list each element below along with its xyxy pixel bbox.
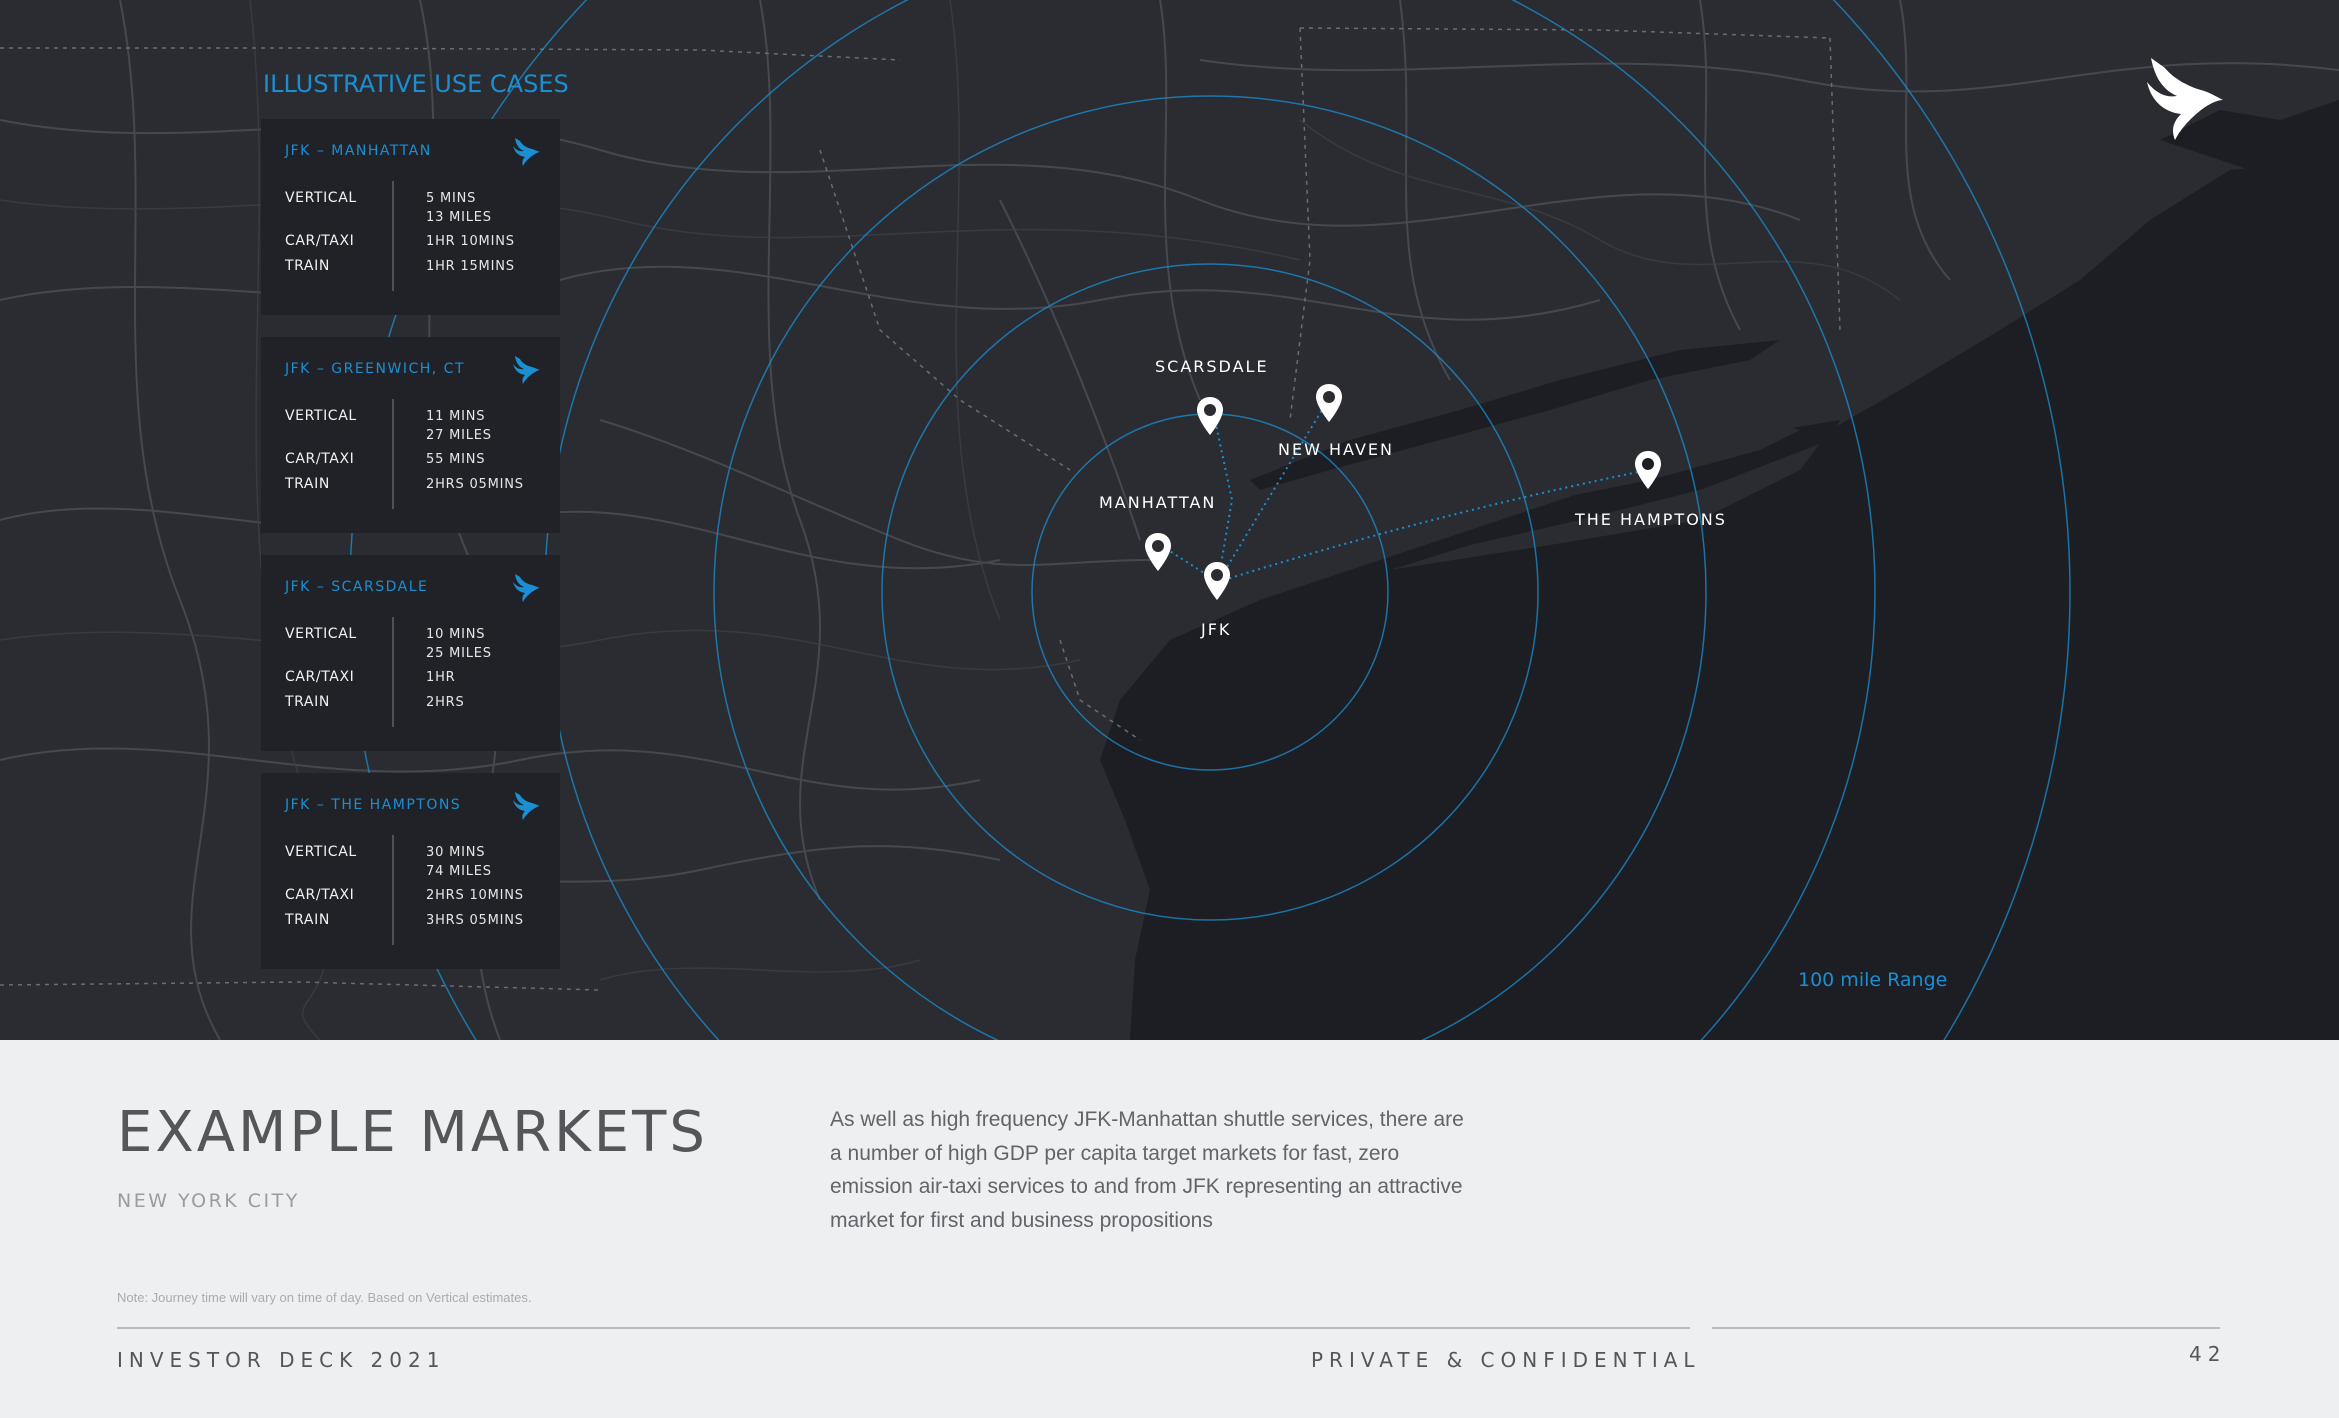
row-value: 2HRS (426, 695, 465, 710)
row-value: 5 MINS (426, 191, 477, 206)
use-case-card: JFK – THE HAMPTONS VERTICAL 30 MINS 74 M… (261, 773, 560, 969)
row-value: 3HRS 05MINS (426, 913, 524, 928)
footer-rule-left (117, 1327, 1690, 1329)
card-divider (392, 617, 394, 727)
map-pin-icon (1204, 562, 1230, 600)
row-value: 2HRS 10MINS (426, 888, 524, 903)
row-label: CAR/TAXI (285, 451, 355, 467)
row-value: 30 MINS (426, 845, 486, 860)
page-subtitle: NEW YORK CITY (117, 1190, 300, 1212)
city-label-hamptons: THE HAMPTONS (1575, 510, 1727, 529)
card-title: JFK – MANHATTAN (285, 143, 432, 159)
row-value: 10 MINS (426, 627, 486, 642)
row-label: VERTICAL (285, 190, 357, 206)
card-divider (392, 399, 394, 509)
row-value: 27 MILES (426, 428, 492, 443)
row-value: 55 MINS (426, 452, 486, 467)
bird-logo-icon (513, 356, 540, 384)
section-title: ILLUSTRATIVE USE CASES (263, 70, 569, 98)
row-value: 1HR 10MINS (426, 234, 515, 249)
row-label: TRAIN (285, 258, 330, 274)
use-case-card: JFK – SCARSDALE VERTICAL 10 MINS 25 MILE… (261, 555, 560, 751)
row-label: VERTICAL (285, 408, 357, 424)
row-label: TRAIN (285, 694, 330, 710)
city-label-jfk: JFK (1201, 620, 1232, 639)
map-pin-icon (1145, 533, 1171, 571)
city-label-scarsdale: SCARSDALE (1155, 357, 1269, 376)
row-label: TRAIN (285, 912, 330, 928)
map-pin-icon (1316, 384, 1342, 422)
row-label: TRAIN (285, 476, 330, 492)
use-case-card: JFK – GREENWICH, CT VERTICAL 11 MINS 27 … (261, 337, 560, 533)
description-text: As well as high frequency JFK-Manhattan … (830, 1108, 1464, 1232)
footnote: Note: Journey time will vary on time of … (117, 1290, 532, 1305)
row-label: CAR/TAXI (285, 669, 355, 685)
bird-logo-icon (513, 138, 540, 166)
bird-logo-icon (513, 574, 540, 602)
card-title: JFK – GREENWICH, CT (285, 361, 466, 377)
map-pin-icon (1635, 451, 1661, 489)
row-value: 2HRS 05MINS (426, 477, 524, 492)
row-value: 11 MINS (426, 409, 486, 424)
map-pin-icon (1197, 397, 1223, 435)
card-title: JFK – THE HAMPTONS (285, 797, 462, 813)
page-number: 42 (2189, 1342, 2227, 1366)
row-label: CAR/TAXI (285, 887, 355, 903)
use-case-card: JFK – MANHATTAN VERTICAL 5 MINS 13 MILES… (261, 119, 560, 315)
row-value: 25 MILES (426, 646, 492, 661)
card-title: JFK – SCARSDALE (285, 579, 429, 595)
bird-logo-icon (2147, 58, 2223, 140)
row-label: VERTICAL (285, 844, 357, 860)
footer-deck-title: INVESTOR DECK 2021 (117, 1348, 446, 1372)
row-label: VERTICAL (285, 626, 357, 642)
bird-logo-icon (513, 792, 540, 820)
card-divider (392, 835, 394, 945)
city-label-manhattan: MANHATTAN (1099, 493, 1217, 512)
row-value: 1HR (426, 670, 456, 685)
row-value: 1HR 15MINS (426, 259, 515, 274)
range-label: 100 mile Range (1798, 969, 1948, 991)
page-title: EXAMPLE MARKETS (117, 1100, 708, 1165)
footer-confidential: PRIVATE & CONFIDENTIAL (1311, 1348, 1701, 1372)
card-divider (392, 181, 394, 291)
row-label: CAR/TAXI (285, 233, 355, 249)
row-value: 13 MILES (426, 210, 492, 225)
footer-rule-right (1712, 1327, 2220, 1329)
city-label-new-haven: NEW HAVEN (1278, 440, 1394, 459)
row-value: 74 MILES (426, 864, 492, 879)
